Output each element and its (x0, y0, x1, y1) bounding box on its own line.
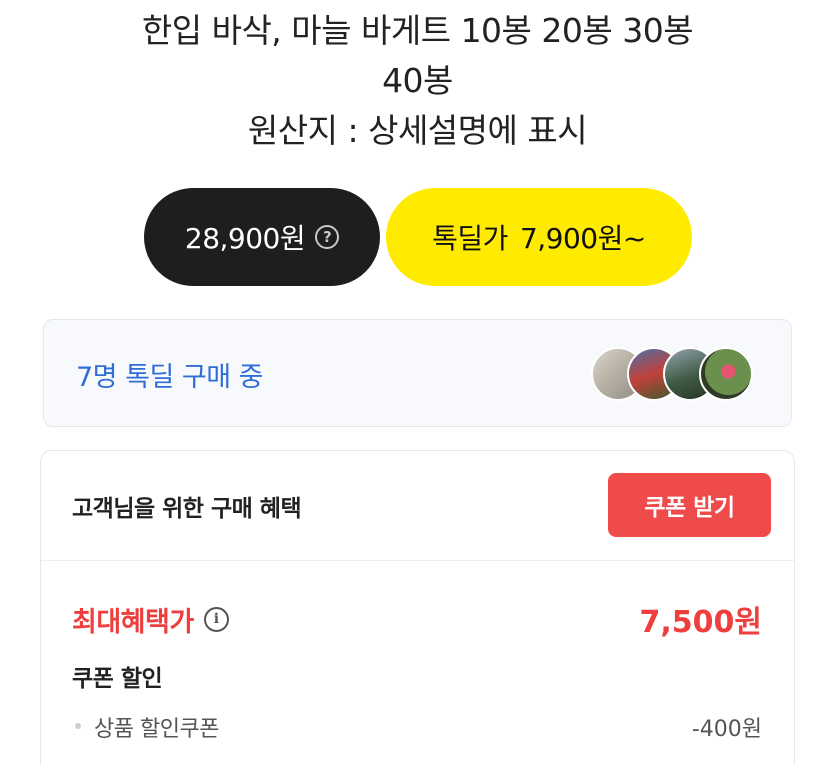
deal-label: 톡딜가 (432, 222, 508, 255)
deal-price: 7,900원~ (519, 222, 646, 255)
price-row: 28,900원 ? 톡딜가 7,900원~ (0, 188, 835, 286)
deal-price-pill[interactable]: 톡딜가 7,900원~ (386, 188, 692, 286)
max-benefit-value: 7,500원 (639, 605, 763, 640)
max-benefit-label: 최대혜택가 (72, 606, 194, 638)
info-icon[interactable]: i (203, 606, 229, 632)
deal-buyers-card[interactable]: 7명 톡딜 구매 중 (43, 319, 792, 427)
product-title-line1: 한입 바삭, 마늘 바게트 10봉 20봉 30봉 (141, 11, 694, 50)
regular-price: 28,900원 (184, 222, 306, 255)
product-title-line2: 40봉 (382, 61, 453, 100)
benefit-header: 고객님을 위한 구매 혜택 쿠폰 받기 (41, 451, 794, 561)
get-coupon-button[interactable]: 쿠폰 받기 (608, 473, 771, 537)
discount-item-value: -400원 (691, 717, 762, 742)
buyer-avatars (591, 347, 755, 401)
product-title: 한입 바삭, 마늘 바게트 10봉 20봉 30봉 40봉 원산지 : 상세설명… (0, 6, 835, 156)
discount-item-label: 상품 할인쿠폰 (94, 717, 219, 742)
bullet-icon (75, 723, 81, 729)
question-circle-icon[interactable]: ? (315, 225, 340, 249)
list-item: 상품 할인쿠폰 -400원 (72, 707, 762, 747)
product-origin: 원산지 : 상세설명에 표시 (247, 111, 588, 150)
benefit-title: 고객님을 위한 구매 혜택 (72, 496, 302, 522)
coupon-discount-label: 쿠폰 할인 (72, 666, 163, 692)
purchase-benefit-card: 고객님을 위한 구매 혜택 쿠폰 받기 최대혜택가 i 7,500원 쿠폰 할인… (40, 450, 795, 764)
max-benefit-row: 최대혜택가 i 7,500원 (72, 599, 763, 640)
regular-price-pill[interactable]: 28,900원 ? (144, 188, 380, 286)
product-page: 한입 바삭, 마늘 바게트 10봉 20봉 30봉 40봉 원산지 : 상세설명… (0, 0, 835, 764)
avatar (699, 347, 753, 401)
deal-buyers-text: 7명 톡딜 구매 중 (76, 361, 263, 393)
max-benefit-label-wrap: 최대혜택가 i (72, 599, 229, 639)
